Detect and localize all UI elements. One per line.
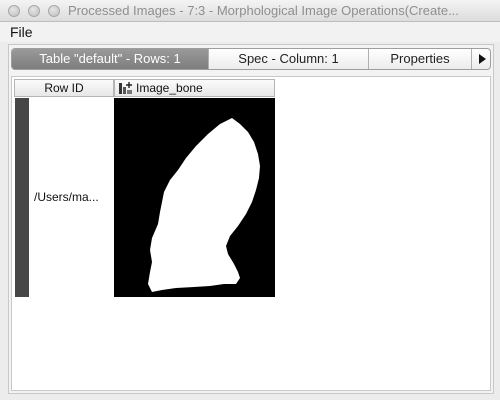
- column-header-image-bone[interactable]: Image_bone: [114, 79, 275, 97]
- table-row-id[interactable]: /Users/ma...: [34, 190, 114, 204]
- bone-mask-image: [148, 118, 260, 292]
- minimize-window-button[interactable]: [28, 5, 40, 17]
- close-window-button[interactable]: [8, 5, 20, 17]
- tab-scroll-right-button[interactable]: [472, 49, 490, 69]
- image-cell-bone[interactable]: [114, 98, 275, 297]
- menu-bar: File: [0, 22, 500, 42]
- window-titlebar: Processed Images - 7:3 - Morphological I…: [0, 0, 500, 22]
- window-title: Processed Images - 7:3 - Morphological I…: [68, 3, 459, 18]
- menu-file[interactable]: File: [10, 24, 33, 40]
- column-header-label: Image_bone: [136, 81, 203, 95]
- tab-spec[interactable]: Spec - Column: 1: [209, 49, 369, 69]
- tab-properties[interactable]: Properties: [369, 49, 472, 69]
- zoom-window-button[interactable]: [48, 5, 60, 17]
- tab-strip: Table "default" - Rows: 1 Spec - Column:…: [11, 48, 491, 70]
- tab-table[interactable]: Table "default" - Rows: 1: [12, 49, 209, 69]
- row-selection-marker[interactable]: [15, 98, 29, 297]
- triangle-right-icon: [479, 54, 486, 64]
- table-view[interactable]: Row ID Image_bone /Users/ma...: [11, 76, 491, 391]
- image-column-icon: [119, 81, 132, 94]
- column-header-row-id[interactable]: Row ID: [14, 79, 114, 97]
